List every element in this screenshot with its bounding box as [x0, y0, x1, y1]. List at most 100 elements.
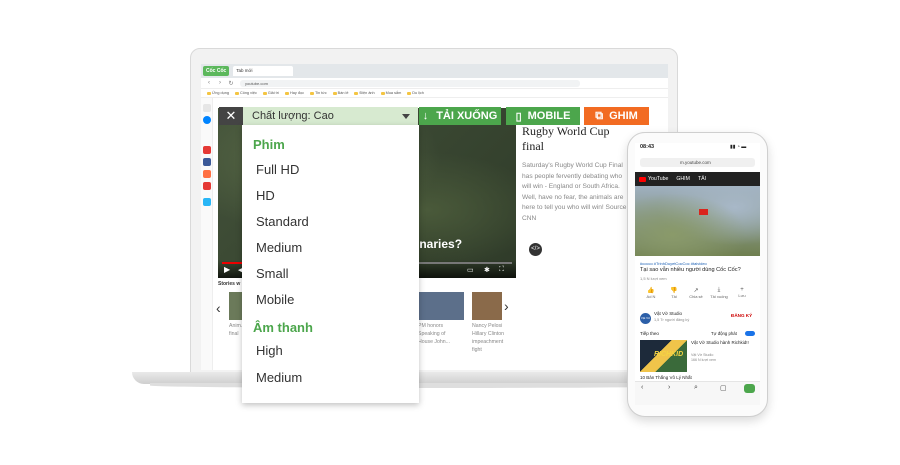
quality-option-medium[interactable]: Medium — [256, 240, 302, 255]
phone-forward-icon[interactable]: › — [668, 384, 670, 391]
bookmark-item[interactable]: Mua sắm — [381, 91, 402, 95]
mobile-button[interactable]: ▯ MOBILE — [506, 107, 580, 125]
channel-subscribers: 1,5 Tr người đăng ký — [654, 318, 690, 322]
share-icon: ↗ — [693, 288, 699, 294]
story-text: PM honors Speaking of House John... — [418, 323, 451, 345]
save-button[interactable]: + Lưu — [733, 287, 751, 298]
phone-time: 08:43 — [640, 144, 655, 150]
browser-tab[interactable]: Tab mới — [233, 66, 294, 76]
phone-video-meta: 1,5 N lượt xem — [640, 276, 667, 281]
bookmark-item[interactable]: Hay đọc — [285, 91, 304, 95]
browser-brand-logo: Cốc Cốc — [203, 66, 230, 76]
quality-dropdown-header[interactable]: ✕ Chất lượng: Cao — [219, 107, 418, 125]
pip-icon: ⧉ — [595, 109, 604, 122]
close-icon[interactable]: ✕ — [219, 107, 243, 125]
thumb-up-icon: 👍 — [647, 288, 655, 294]
play-icon[interactable]: ▶ — [224, 265, 230, 274]
pin-label: GHIM — [609, 110, 638, 122]
forward-icon[interactable]: › — [217, 80, 223, 86]
phone-video-tags[interactable]: #cocco #TrinhDuyetCocCoc #taivideo — [640, 261, 707, 266]
story-thumbnail[interactable] — [472, 292, 502, 320]
quality-option-full-hd[interactable]: Full HD — [256, 162, 299, 177]
phone-youtube-bar: YouTube GHIM TẢI — [635, 172, 760, 186]
chevron-left-icon[interactable]: ‹ — [216, 300, 221, 316]
settings-icon[interactable]: ✱ — [484, 266, 490, 274]
quality-select-label[interactable]: Chất lượng: Cao — [243, 110, 402, 122]
autoplay-toggle[interactable] — [745, 331, 755, 336]
browser-address-bar: ‹ › ↻ youtube.com — [201, 78, 668, 89]
bookmark-item[interactable]: Ứng dụng — [207, 91, 229, 95]
action-label: Tải xuống — [710, 294, 728, 299]
youtube-icon[interactable] — [203, 146, 211, 154]
url-input[interactable]: youtube.com — [240, 79, 580, 87]
quality-option-small[interactable]: Small — [256, 266, 289, 281]
reload-icon[interactable]: ↻ — [228, 80, 234, 87]
bookmarks-bar: Ứng dụng Công việc Giải trí Hay đọc Tin … — [201, 89, 668, 98]
bookmark-item[interactable]: Điện ảnh — [354, 91, 374, 95]
stage: Cốc Cốc Tab mới ‹ › ↻ youtube.com Ứng dụ… — [0, 0, 900, 465]
quality-option-standard[interactable]: Standard — [256, 214, 309, 229]
game-icon[interactable] — [203, 182, 211, 190]
flag-icon — [699, 209, 708, 215]
audio-option-high[interactable]: High — [256, 343, 283, 358]
dislike-button[interactable]: 👎 Tải — [665, 287, 683, 299]
thumb-down-icon: 👎 — [670, 288, 678, 294]
sidebar-icons — [201, 98, 213, 370]
bookmark-item[interactable]: Tin tức — [310, 91, 327, 95]
mobile-label: MOBILE — [527, 110, 571, 122]
audio-option-medium[interactable]: Medium — [256, 370, 302, 385]
phone-icon: ▯ — [515, 110, 522, 123]
article-body: Saturday's Rugby World Cup Final has peo… — [522, 162, 629, 222]
related-title[interactable]: Vật Vờ Studio hành Richkid!! — [691, 340, 751, 346]
messenger-icon[interactable] — [203, 116, 211, 124]
phone-url-bar[interactable]: m.youtube.com — [640, 158, 755, 167]
phone-search-icon[interactable]: ⌕ — [694, 384, 698, 392]
autoplay-label: Tự động phát — [711, 331, 737, 336]
phone-video-title: Tại sao vẫn nhiều người dùng Cốc Cốc? — [640, 267, 741, 273]
chevron-right-icon[interactable]: › — [504, 298, 509, 314]
phone-status-icons: ▮▮ ◔ ▬ — [730, 144, 747, 150]
article-title: Rugby World Cup final — [522, 124, 610, 153]
story-text: Nancy Pelosi Hillary Clinton impeachment… — [472, 323, 504, 353]
pin-button[interactable]: ⧉ GHIM — [584, 107, 649, 125]
like-button[interactable]: 👍 Ad N — [642, 287, 660, 299]
channel-name[interactable]: Vật Vờ Studio — [654, 311, 682, 316]
bookmark-item[interactable]: Giải trí — [263, 91, 279, 95]
story-thumbnail[interactable] — [418, 292, 464, 320]
fullscreen-icon[interactable]: ⛶ — [499, 266, 504, 274]
bookmark-item[interactable]: Công việc — [235, 91, 257, 95]
stories-label: Stories w — [218, 281, 241, 287]
related-title-2[interactable]: 10 Bản Thắng Vô Lý Nhất — [640, 375, 692, 380]
phone-tabs-icon[interactable]: ▢ — [720, 384, 727, 392]
channel-avatar[interactable]: Vật Vờ — [640, 313, 651, 324]
facebook-icon[interactable] — [203, 158, 211, 166]
related-thumbnail-text: RICHKID — [654, 351, 684, 358]
action-label: Lưu — [738, 293, 746, 298]
phone-save-offline-button[interactable]: ⤓ Tải xuống — [710, 287, 728, 299]
embed-code-icon[interactable]: </> — [529, 243, 542, 256]
back-icon[interactable]: ‹ — [206, 80, 212, 86]
action-label: Chia sẻ — [689, 294, 703, 299]
up-next-label: Tiếp theo — [640, 331, 659, 336]
captions-icon[interactable]: ▭ — [467, 266, 474, 274]
share-button[interactable]: ↗ Chia sẻ — [687, 287, 705, 299]
coccoc-logo-icon[interactable] — [744, 384, 755, 393]
download-button[interactable]: ↓ TẢI XUỐNG — [419, 107, 501, 125]
caret-down-icon[interactable] — [402, 113, 410, 119]
mail-icon[interactable] — [203, 198, 211, 206]
sidebar-home-icon[interactable] — [203, 104, 211, 112]
phone-pin-button[interactable]: GHIM — [676, 176, 690, 182]
phone-download-button[interactable]: TẢI — [698, 176, 706, 182]
subscribe-button[interactable]: ĐĂNG KÝ — [731, 313, 752, 318]
bookmark-item[interactable]: Bán lẻ — [333, 91, 349, 95]
quality-option-hd[interactable]: HD — [256, 188, 275, 203]
phone-back-icon[interactable]: ‹ — [641, 384, 643, 391]
phone-video[interactable] — [635, 186, 760, 256]
quality-option-mobile[interactable]: Mobile — [256, 292, 294, 307]
browser-tab-strip: Cốc Cốc Tab mới — [201, 64, 668, 78]
group-audio-heading: Âm thanh — [253, 320, 313, 335]
action-label: Tải — [671, 294, 677, 299]
shop-icon[interactable] — [203, 170, 211, 178]
bookmark-item[interactable]: Du lịch — [407, 91, 424, 95]
download-arrow-icon: ↓ — [422, 110, 429, 122]
